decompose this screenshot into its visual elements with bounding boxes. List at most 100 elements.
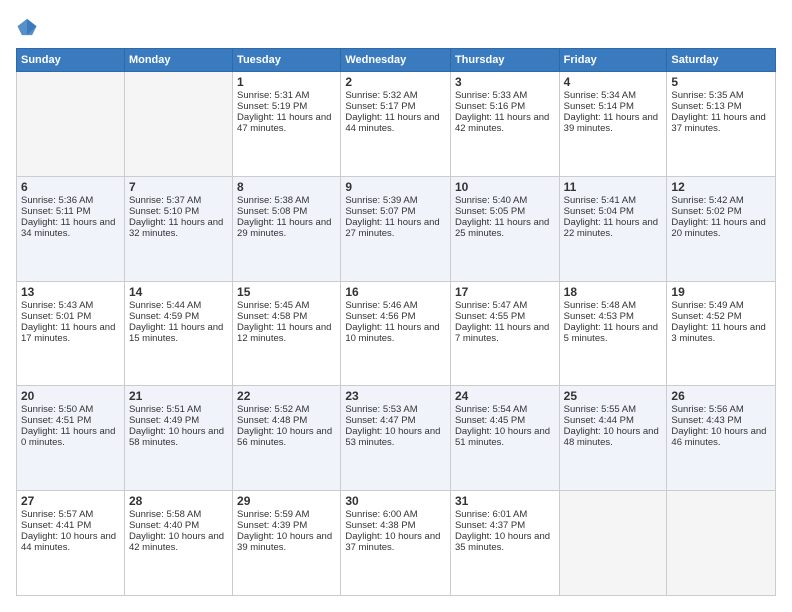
day-cell: 12Sunrise: 5:42 AMSunset: 5:02 PMDayligh… <box>667 176 776 281</box>
calendar-table: SundayMondayTuesdayWednesdayThursdayFrid… <box>16 48 776 596</box>
day-number: 26 <box>671 389 771 403</box>
sunset-text: Sunset: 4:45 PM <box>455 415 525 426</box>
header-cell-friday: Friday <box>559 49 667 72</box>
sunrise-text: Sunrise: 5:53 AM <box>345 404 417 415</box>
day-number: 31 <box>455 494 555 508</box>
day-cell <box>17 72 125 177</box>
day-cell: 19Sunrise: 5:49 AMSunset: 4:52 PMDayligh… <box>667 281 776 386</box>
day-cell: 24Sunrise: 5:54 AMSunset: 4:45 PMDayligh… <box>450 386 559 491</box>
sunrise-text: Sunrise: 5:56 AM <box>671 404 743 415</box>
day-cell: 28Sunrise: 5:58 AMSunset: 4:40 PMDayligh… <box>124 491 232 596</box>
week-row-3: 13Sunrise: 5:43 AMSunset: 5:01 PMDayligh… <box>17 281 776 386</box>
sunset-text: Sunset: 4:56 PM <box>345 311 415 322</box>
day-cell: 10Sunrise: 5:40 AMSunset: 5:05 PMDayligh… <box>450 176 559 281</box>
daylight-text: Daylight: 11 hours and 44 minutes. <box>345 112 439 134</box>
header-cell-thursday: Thursday <box>450 49 559 72</box>
daylight-text: Daylight: 11 hours and 29 minutes. <box>237 217 331 239</box>
sunrise-text: Sunrise: 5:36 AM <box>21 195 93 206</box>
sunrise-text: Sunrise: 5:39 AM <box>345 195 417 206</box>
daylight-text: Daylight: 10 hours and 37 minutes. <box>345 531 440 553</box>
daylight-text: Daylight: 11 hours and 32 minutes. <box>129 217 223 239</box>
day-cell: 21Sunrise: 5:51 AMSunset: 4:49 PMDayligh… <box>124 386 232 491</box>
sunrise-text: Sunrise: 5:51 AM <box>129 404 201 415</box>
calendar-page: SundayMondayTuesdayWednesdayThursdayFrid… <box>0 0 792 612</box>
sunset-text: Sunset: 5:05 PM <box>455 206 525 217</box>
sunset-text: Sunset: 5:14 PM <box>564 101 634 112</box>
day-cell <box>559 491 667 596</box>
header-cell-sunday: Sunday <box>17 49 125 72</box>
sunrise-text: Sunrise: 5:49 AM <box>671 300 743 311</box>
day-number: 12 <box>671 180 771 194</box>
sunset-text: Sunset: 4:39 PM <box>237 520 307 531</box>
daylight-text: Daylight: 10 hours and 53 minutes. <box>345 426 440 448</box>
day-cell: 29Sunrise: 5:59 AMSunset: 4:39 PMDayligh… <box>233 491 341 596</box>
sunrise-text: Sunrise: 5:37 AM <box>129 195 201 206</box>
daylight-text: Daylight: 11 hours and 39 minutes. <box>564 112 658 134</box>
sunrise-text: Sunrise: 5:44 AM <box>129 300 201 311</box>
sunrise-text: Sunrise: 5:55 AM <box>564 404 636 415</box>
day-number: 22 <box>237 389 336 403</box>
day-number: 6 <box>21 180 120 194</box>
day-number: 10 <box>455 180 555 194</box>
sunrise-text: Sunrise: 5:32 AM <box>345 90 417 101</box>
sunset-text: Sunset: 5:02 PM <box>671 206 741 217</box>
day-cell: 9Sunrise: 5:39 AMSunset: 5:07 PMDaylight… <box>341 176 451 281</box>
sunset-text: Sunset: 5:13 PM <box>671 101 741 112</box>
sunset-text: Sunset: 5:16 PM <box>455 101 525 112</box>
daylight-text: Daylight: 11 hours and 42 minutes. <box>455 112 549 134</box>
day-number: 24 <box>455 389 555 403</box>
sunrise-text: Sunrise: 5:34 AM <box>564 90 636 101</box>
day-number: 15 <box>237 285 336 299</box>
daylight-text: Daylight: 11 hours and 47 minutes. <box>237 112 331 134</box>
sunrise-text: Sunrise: 5:38 AM <box>237 195 309 206</box>
header-row: SundayMondayTuesdayWednesdayThursdayFrid… <box>17 49 776 72</box>
sunset-text: Sunset: 5:11 PM <box>21 206 91 217</box>
sunset-text: Sunset: 4:37 PM <box>455 520 525 531</box>
header-cell-saturday: Saturday <box>667 49 776 72</box>
day-cell: 1Sunrise: 5:31 AMSunset: 5:19 PMDaylight… <box>233 72 341 177</box>
day-cell: 18Sunrise: 5:48 AMSunset: 4:53 PMDayligh… <box>559 281 667 386</box>
day-number: 20 <box>21 389 120 403</box>
day-number: 17 <box>455 285 555 299</box>
sunset-text: Sunset: 5:07 PM <box>345 206 415 217</box>
sunrise-text: Sunrise: 5:48 AM <box>564 300 636 311</box>
day-cell: 11Sunrise: 5:41 AMSunset: 5:04 PMDayligh… <box>559 176 667 281</box>
sunset-text: Sunset: 4:59 PM <box>129 311 199 322</box>
logo-icon <box>16 16 38 38</box>
day-number: 23 <box>345 389 446 403</box>
day-number: 27 <box>21 494 120 508</box>
sunset-text: Sunset: 4:43 PM <box>671 415 741 426</box>
day-cell: 20Sunrise: 5:50 AMSunset: 4:51 PMDayligh… <box>17 386 125 491</box>
sunset-text: Sunset: 4:55 PM <box>455 311 525 322</box>
header-cell-tuesday: Tuesday <box>233 49 341 72</box>
day-cell: 23Sunrise: 5:53 AMSunset: 4:47 PMDayligh… <box>341 386 451 491</box>
day-cell: 3Sunrise: 5:33 AMSunset: 5:16 PMDaylight… <box>450 72 559 177</box>
sunrise-text: Sunrise: 5:47 AM <box>455 300 527 311</box>
daylight-text: Daylight: 10 hours and 35 minutes. <box>455 531 550 553</box>
day-cell <box>124 72 232 177</box>
day-number: 14 <box>129 285 228 299</box>
day-number: 29 <box>237 494 336 508</box>
day-cell: 4Sunrise: 5:34 AMSunset: 5:14 PMDaylight… <box>559 72 667 177</box>
daylight-text: Daylight: 11 hours and 34 minutes. <box>21 217 115 239</box>
sunrise-text: Sunrise: 6:00 AM <box>345 509 417 520</box>
logo <box>16 16 42 38</box>
day-number: 16 <box>345 285 446 299</box>
daylight-text: Daylight: 11 hours and 12 minutes. <box>237 322 331 344</box>
sunrise-text: Sunrise: 5:31 AM <box>237 90 309 101</box>
day-number: 9 <box>345 180 446 194</box>
week-row-1: 1Sunrise: 5:31 AMSunset: 5:19 PMDaylight… <box>17 72 776 177</box>
sunrise-text: Sunrise: 5:35 AM <box>671 90 743 101</box>
day-number: 18 <box>564 285 663 299</box>
daylight-text: Daylight: 10 hours and 44 minutes. <box>21 531 116 553</box>
sunrise-text: Sunrise: 5:59 AM <box>237 509 309 520</box>
sunset-text: Sunset: 4:41 PM <box>21 520 91 531</box>
sunrise-text: Sunrise: 5:42 AM <box>671 195 743 206</box>
day-number: 28 <box>129 494 228 508</box>
day-number: 19 <box>671 285 771 299</box>
sunset-text: Sunset: 5:10 PM <box>129 206 199 217</box>
daylight-text: Daylight: 10 hours and 58 minutes. <box>129 426 224 448</box>
day-cell: 7Sunrise: 5:37 AMSunset: 5:10 PMDaylight… <box>124 176 232 281</box>
daylight-text: Daylight: 11 hours and 15 minutes. <box>129 322 223 344</box>
daylight-text: Daylight: 11 hours and 20 minutes. <box>671 217 765 239</box>
